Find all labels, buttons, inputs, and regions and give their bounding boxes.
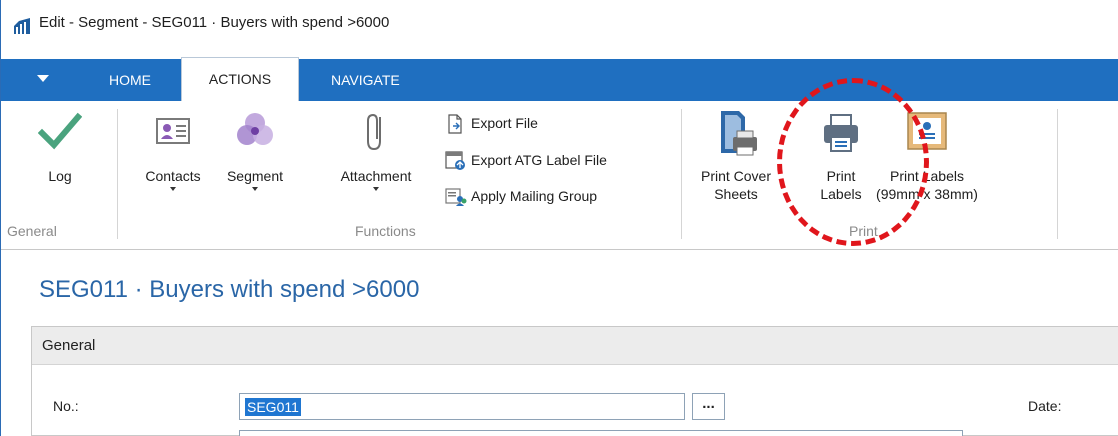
export-file-icon xyxy=(448,114,462,134)
dynamics-nav-icon xyxy=(13,17,31,35)
mailing-group-icon xyxy=(445,188,467,206)
group-separator xyxy=(681,109,682,239)
print-cover-sheets-button[interactable]: Print Cover Sheets xyxy=(693,109,779,203)
contact-card-icon xyxy=(156,118,190,144)
attachment-button[interactable]: Attachment xyxy=(321,109,431,191)
segment-venn-icon xyxy=(237,113,273,145)
ribbon: Log Contacts Segment Attachment Export F… xyxy=(1,101,1118,250)
chevron-down-icon xyxy=(373,187,379,191)
export-atg-label: Export ATG Label File xyxy=(471,152,607,168)
log-button[interactable]: Log xyxy=(35,109,85,185)
export-file-label: Export File xyxy=(471,115,538,131)
description-input[interactable] xyxy=(239,430,963,436)
print-cover-sheets-icon xyxy=(721,111,757,156)
chevron-down-icon xyxy=(252,187,258,191)
group-label-general: General xyxy=(7,223,57,239)
page-title: SEG011 · Buyers with spend >6000 xyxy=(39,276,420,303)
checkmark-icon xyxy=(38,112,82,150)
no-input-value: SEG011 xyxy=(245,398,301,416)
date-field-label: Date: xyxy=(1028,398,1062,414)
no-input[interactable]: SEG011 xyxy=(239,393,685,420)
tab-navigate[interactable]: NAVIGATE xyxy=(331,72,400,88)
fasttab-title: General xyxy=(42,337,96,354)
group-separator xyxy=(1057,109,1058,239)
dropdown-triangle-icon xyxy=(37,75,49,82)
print-cover-sheets-label-1: Print Cover xyxy=(700,168,772,184)
print-cover-sheets-label-2: Sheets xyxy=(714,186,758,202)
contacts-label: Contacts xyxy=(145,168,201,184)
tab-home[interactable]: HOME xyxy=(109,72,151,88)
highlight-circle-annotation xyxy=(777,78,929,246)
segment-label: Segment xyxy=(226,168,284,184)
no-field-label: No.: xyxy=(53,398,79,414)
window-title: Edit - Segment - SEG011 · Buyers with sp… xyxy=(39,14,390,31)
attachment-label: Attachment xyxy=(340,168,412,184)
assist-edit-button[interactable]: ... xyxy=(692,393,725,420)
contacts-button[interactable]: Contacts xyxy=(131,109,215,191)
segment-button[interactable]: Segment xyxy=(215,109,295,191)
fasttab-header[interactable]: General xyxy=(32,327,1118,365)
tab-actions[interactable]: ACTIONS xyxy=(181,57,299,101)
chevron-down-icon xyxy=(170,187,176,191)
group-separator xyxy=(117,109,118,239)
application-menu-button[interactable] xyxy=(23,59,63,101)
log-label: Log xyxy=(48,168,72,184)
apply-mailing-group-label: Apply Mailing Group xyxy=(471,188,598,204)
ribbon-tab-bar: HOME NAVIGATE xyxy=(1,59,1118,101)
group-label-functions: Functions xyxy=(355,223,416,239)
title-bar: Edit - Segment - SEG011 · Buyers with sp… xyxy=(1,0,1118,44)
window: Edit - Segment - SEG011 · Buyers with sp… xyxy=(0,0,1118,436)
export-atg-icon xyxy=(445,151,465,170)
paperclip-icon xyxy=(367,113,381,151)
